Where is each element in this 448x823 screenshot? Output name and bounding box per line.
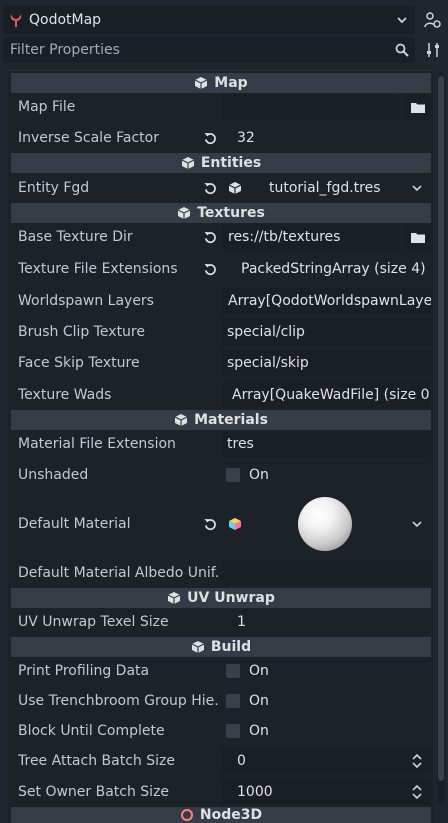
face-skip-texture-label: Face Skip Texture xyxy=(18,355,140,371)
node-name: QodotMap xyxy=(29,12,102,28)
section-node3d-label: Node3D xyxy=(199,807,263,823)
brush-clip-texture-field[interactable]: special/clip xyxy=(221,319,431,345)
node-selector[interactable]: QodotMap xyxy=(3,6,415,34)
section-build-label: Build xyxy=(210,639,252,655)
unshaded-checkbox[interactable] xyxy=(226,468,240,482)
section-textures[interactable]: Textures xyxy=(11,203,431,223)
section-map-label: Map xyxy=(214,75,248,91)
filter-input[interactable] xyxy=(10,42,389,58)
texture-wads-field[interactable]: Array[QuakeWadFile] (size 0) xyxy=(221,382,431,408)
use-trenchbroom-group-label: Use Trenchbroom Group Hie... xyxy=(18,693,218,709)
scrollbar-thumb[interactable] xyxy=(438,76,444,781)
qodot-icon xyxy=(3,6,29,34)
material-icon xyxy=(226,511,244,537)
section-materials[interactable]: Materials xyxy=(11,410,431,430)
print-profiling-data-label: Print Profiling Data xyxy=(18,663,150,679)
filter-properties-field[interactable] xyxy=(3,37,415,63)
texture-file-extensions-label: Texture File Extensions xyxy=(18,261,178,277)
print-profiling-data-on-label: On xyxy=(249,663,269,679)
folder-icon[interactable] xyxy=(404,94,431,120)
base-texture-dir-field[interactable]: res://tb/textures xyxy=(221,224,399,250)
material-file-extension-label: Material File Extension xyxy=(18,436,176,452)
revert-icon[interactable] xyxy=(201,224,219,250)
print-profiling-data-checkbox[interactable] xyxy=(226,664,240,678)
node-tools-button[interactable] xyxy=(420,6,446,34)
face-skip-texture-field[interactable]: special/skip xyxy=(221,350,431,376)
section-entities-label: Entities xyxy=(200,155,262,171)
material-file-extension-field[interactable]: tres xyxy=(221,431,431,457)
default-material-label: Default Material xyxy=(18,516,131,532)
default-material-albedo-label: Default Material Albedo Unif... xyxy=(18,565,218,581)
box-icon xyxy=(181,157,195,169)
section-entities[interactable]: Entities xyxy=(11,153,431,173)
unshaded-on-label: On xyxy=(249,467,269,483)
box-icon xyxy=(167,592,181,604)
block-until-complete-checkbox[interactable] xyxy=(226,724,240,738)
chevron-down-icon[interactable] xyxy=(410,175,424,201)
uv-unwrap-texel-size-label: UV Unwrap Texel Size xyxy=(18,614,169,630)
revert-icon[interactable] xyxy=(201,256,219,282)
folder-icon[interactable] xyxy=(404,224,431,250)
inverse-scale-factor-value[interactable]: 32 xyxy=(237,125,255,151)
section-uv-unwrap-label: UV Unwrap xyxy=(187,590,275,606)
chevron-down-icon[interactable] xyxy=(410,511,424,537)
unshaded-label: Unshaded xyxy=(18,467,89,483)
revert-icon[interactable] xyxy=(201,125,219,151)
base-texture-dir-label: Base Texture Dir xyxy=(18,229,133,245)
default-material-albedo-field[interactable] xyxy=(221,560,431,586)
set-owner-batch-size-field[interactable]: 1000 xyxy=(221,779,431,805)
resource-icon xyxy=(226,175,244,201)
chevron-down-icon[interactable] xyxy=(389,14,415,26)
map-file-field[interactable] xyxy=(221,94,399,120)
texture-wads-label: Texture Wads xyxy=(18,387,112,403)
section-build[interactable]: Build xyxy=(11,637,431,657)
texture-file-extensions-value[interactable]: PackedStringArray (size 4) xyxy=(241,256,426,282)
use-trenchbroom-group-on-label: On xyxy=(249,693,269,709)
section-uv-unwrap[interactable]: UV Unwrap xyxy=(11,588,431,608)
brush-clip-texture-label: Brush Clip Texture xyxy=(18,324,145,340)
material-preview-sphere[interactable] xyxy=(298,497,352,551)
section-node3d[interactable]: Node3D xyxy=(11,807,431,823)
box-icon xyxy=(191,641,205,653)
section-map[interactable]: Map xyxy=(11,73,431,93)
box-icon xyxy=(174,414,188,426)
box-icon xyxy=(177,207,191,219)
entity-fgd-label: Entity Fgd xyxy=(18,180,90,196)
use-trenchbroom-group-checkbox[interactable] xyxy=(226,694,240,708)
set-owner-batch-size-label: Set Owner Batch Size xyxy=(18,784,170,800)
node3d-icon xyxy=(180,809,193,821)
revert-icon[interactable] xyxy=(201,511,219,537)
map-file-label: Map File xyxy=(18,99,76,115)
spinner-arrows-icon[interactable] xyxy=(410,748,424,774)
tree-attach-batch-size-field[interactable]: 0 xyxy=(221,748,431,774)
block-until-complete-on-label: On xyxy=(249,723,269,739)
inverse-scale-factor-label: Inverse Scale Factor xyxy=(18,130,159,146)
section-materials-label: Materials xyxy=(194,412,268,428)
worldspawn-layers-label: Worldspawn Layers xyxy=(18,293,154,309)
revert-icon[interactable] xyxy=(201,175,219,201)
section-textures-label: Textures xyxy=(197,205,265,221)
uv-unwrap-texel-size-value[interactable]: 1 xyxy=(237,609,246,635)
spinner-arrows-icon[interactable] xyxy=(410,779,424,805)
search-icon xyxy=(389,43,415,57)
worldspawn-layers-field[interactable]: Array[QodotWorldspawnLaye xyxy=(221,288,431,314)
block-until-complete-label: Block Until Complete xyxy=(18,723,165,739)
box-icon xyxy=(195,77,208,89)
inspector-header: QodotMap xyxy=(0,0,448,70)
entity-fgd-value[interactable]: tutorial_fgd.tres xyxy=(269,175,381,201)
tree-attach-batch-size-label: Tree Attach Batch Size xyxy=(18,753,175,769)
filter-options-button[interactable] xyxy=(420,37,446,63)
